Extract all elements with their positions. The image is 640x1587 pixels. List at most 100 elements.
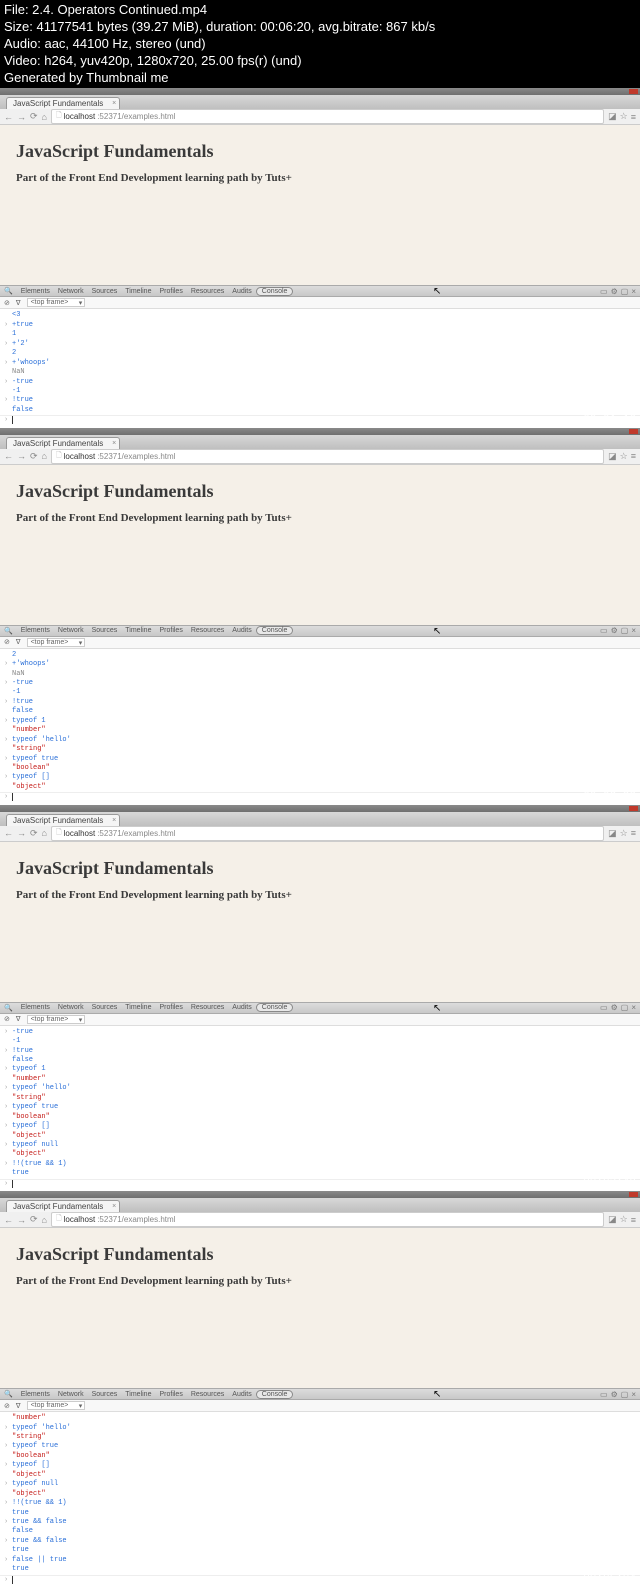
devtools-device-icon[interactable]: ▭ bbox=[600, 287, 608, 296]
extension-icon[interactable]: ◪ bbox=[608, 451, 617, 462]
browser-tab[interactable]: JavaScript Fundamentals × bbox=[6, 437, 120, 449]
maximize-button[interactable] bbox=[614, 429, 623, 434]
minimize-button[interactable] bbox=[599, 89, 608, 94]
frame-selector[interactable]: <top frame> ▾ bbox=[27, 638, 86, 647]
devtools-tab-profiles[interactable]: Profiles bbox=[155, 1004, 186, 1011]
devtools-tab-resources[interactable]: Resources bbox=[187, 627, 228, 634]
devtools-tab-profiles[interactable]: Profiles bbox=[155, 627, 186, 634]
devtools-tab-network[interactable]: Network bbox=[54, 1004, 88, 1011]
browser-tab[interactable]: JavaScript Fundamentals × bbox=[6, 814, 120, 826]
browser-tab[interactable]: JavaScript Fundamentals × bbox=[6, 1200, 120, 1212]
devtools-tab-sources[interactable]: Sources bbox=[88, 1391, 122, 1398]
filter-icon[interactable]: ∇ bbox=[16, 638, 21, 646]
extension-icon[interactable]: ◪ bbox=[608, 111, 617, 122]
search-icon[interactable]: 🔍 bbox=[4, 1390, 13, 1398]
devtools-close-icon[interactable]: × bbox=[631, 1390, 636, 1399]
clear-console-icon[interactable]: ⊘ bbox=[4, 299, 10, 307]
frame-selector[interactable]: <top frame> ▾ bbox=[27, 1401, 86, 1410]
devtools-device-icon[interactable]: ▭ bbox=[600, 1003, 608, 1012]
clear-console-icon[interactable]: ⊘ bbox=[4, 638, 10, 646]
forward-button[interactable]: → bbox=[17, 828, 26, 838]
clear-console-icon[interactable]: ⊘ bbox=[4, 1402, 10, 1410]
back-button[interactable]: ← bbox=[4, 451, 13, 461]
menu-icon[interactable]: ≡ bbox=[631, 112, 636, 122]
filter-icon[interactable]: ∇ bbox=[16, 1015, 21, 1023]
tab-close-icon[interactable]: × bbox=[112, 817, 116, 824]
devtools-close-icon[interactable]: × bbox=[631, 626, 636, 635]
devtools-dock-icon[interactable]: ▢ bbox=[621, 626, 629, 635]
home-button[interactable]: ⌂ bbox=[42, 1215, 47, 1225]
console-prompt[interactable]: › bbox=[0, 1179, 640, 1189]
bookmark-icon[interactable]: ☆ bbox=[620, 1214, 628, 1225]
address-bar[interactable]: 🗋 localhost:52371/examples.html bbox=[51, 109, 604, 124]
bookmark-icon[interactable]: ☆ bbox=[620, 451, 628, 462]
console-output[interactable]: "number"›typeof 'hello' "string"›typeof … bbox=[0, 1412, 640, 1587]
devtools-device-icon[interactable]: ▭ bbox=[600, 1390, 608, 1399]
close-button[interactable] bbox=[629, 1192, 638, 1197]
devtools-dock-icon[interactable]: ▢ bbox=[621, 287, 629, 296]
devtools-tab-timeline[interactable]: Timeline bbox=[121, 1391, 155, 1398]
address-bar[interactable]: 🗋 localhost:52371/examples.html bbox=[51, 449, 604, 464]
home-button[interactable]: ⌂ bbox=[42, 828, 47, 838]
search-icon[interactable]: 🔍 bbox=[4, 627, 13, 635]
extension-icon[interactable]: ◪ bbox=[608, 1214, 617, 1225]
forward-button[interactable]: → bbox=[17, 112, 26, 122]
devtools-tab-network[interactable]: Network bbox=[54, 627, 88, 634]
close-button[interactable] bbox=[629, 429, 638, 434]
filter-icon[interactable]: ∇ bbox=[16, 299, 21, 307]
devtools-tab-console[interactable]: Console bbox=[256, 1003, 294, 1012]
minimize-button[interactable] bbox=[599, 1192, 608, 1197]
devtools-tab-console[interactable]: Console bbox=[256, 1390, 294, 1399]
frame-selector[interactable]: <top frame> ▾ bbox=[27, 298, 86, 307]
back-button[interactable]: ← bbox=[4, 1215, 13, 1225]
devtools-tab-elements[interactable]: Elements bbox=[17, 627, 54, 634]
minimize-button[interactable] bbox=[599, 806, 608, 811]
devtools-tab-sources[interactable]: Sources bbox=[88, 288, 122, 295]
devtools-close-icon[interactable]: × bbox=[631, 287, 636, 296]
bookmark-icon[interactable]: ☆ bbox=[620, 828, 628, 839]
home-button[interactable]: ⌂ bbox=[42, 112, 47, 122]
maximize-button[interactable] bbox=[614, 1192, 623, 1197]
minimize-button[interactable] bbox=[599, 429, 608, 434]
tab-close-icon[interactable]: × bbox=[112, 440, 116, 447]
search-icon[interactable]: 🔍 bbox=[4, 1004, 13, 1012]
tab-close-icon[interactable]: × bbox=[112, 1203, 116, 1210]
browser-tab[interactable]: JavaScript Fundamentals × bbox=[6, 97, 120, 109]
menu-icon[interactable]: ≡ bbox=[631, 451, 636, 461]
tab-close-icon[interactable]: × bbox=[112, 100, 116, 107]
devtools-tab-timeline[interactable]: Timeline bbox=[121, 1004, 155, 1011]
close-button[interactable] bbox=[629, 806, 638, 811]
devtools-tab-profiles[interactable]: Profiles bbox=[155, 1391, 186, 1398]
devtools-tab-network[interactable]: Network bbox=[54, 288, 88, 295]
devtools-tab-sources[interactable]: Sources bbox=[88, 1004, 122, 1011]
devtools-tab-resources[interactable]: Resources bbox=[187, 288, 228, 295]
devtools-tab-audits[interactable]: Audits bbox=[228, 288, 255, 295]
extension-icon[interactable]: ◪ bbox=[608, 828, 617, 839]
address-bar[interactable]: 🗋 localhost:52371/examples.html bbox=[51, 1212, 604, 1227]
devtools-tab-resources[interactable]: Resources bbox=[187, 1004, 228, 1011]
devtools-tab-elements[interactable]: Elements bbox=[17, 1391, 54, 1398]
devtools-tab-elements[interactable]: Elements bbox=[17, 288, 54, 295]
devtools-tab-console[interactable]: Console bbox=[256, 287, 294, 296]
maximize-button[interactable] bbox=[614, 806, 623, 811]
console-prompt[interactable]: › bbox=[0, 415, 640, 425]
devtools-tab-elements[interactable]: Elements bbox=[17, 1004, 54, 1011]
address-bar[interactable]: 🗋 localhost:52371/examples.html bbox=[51, 826, 604, 841]
devtools-tab-profiles[interactable]: Profiles bbox=[155, 288, 186, 295]
frame-selector[interactable]: <top frame> ▾ bbox=[27, 1015, 86, 1024]
devtools-tab-audits[interactable]: Audits bbox=[228, 1391, 255, 1398]
devtools-settings-icon[interactable]: ⚙ bbox=[611, 287, 618, 296]
devtools-device-icon[interactable]: ▭ bbox=[600, 626, 608, 635]
devtools-dock-icon[interactable]: ▢ bbox=[621, 1390, 629, 1399]
home-button[interactable]: ⌂ bbox=[42, 451, 47, 461]
devtools-tab-audits[interactable]: Audits bbox=[228, 1004, 255, 1011]
devtools-close-icon[interactable]: × bbox=[631, 1003, 636, 1012]
back-button[interactable]: ← bbox=[4, 828, 13, 838]
clear-console-icon[interactable]: ⊘ bbox=[4, 1015, 10, 1023]
forward-button[interactable]: → bbox=[17, 451, 26, 461]
devtools-tab-console[interactable]: Console bbox=[256, 626, 294, 635]
back-button[interactable]: ← bbox=[4, 112, 13, 122]
close-button[interactable] bbox=[629, 89, 638, 94]
console-output[interactable]: 2›+'whoops' NaN›-true -1›!true false›typ… bbox=[0, 649, 640, 805]
reload-button[interactable]: ⟳ bbox=[30, 111, 38, 122]
